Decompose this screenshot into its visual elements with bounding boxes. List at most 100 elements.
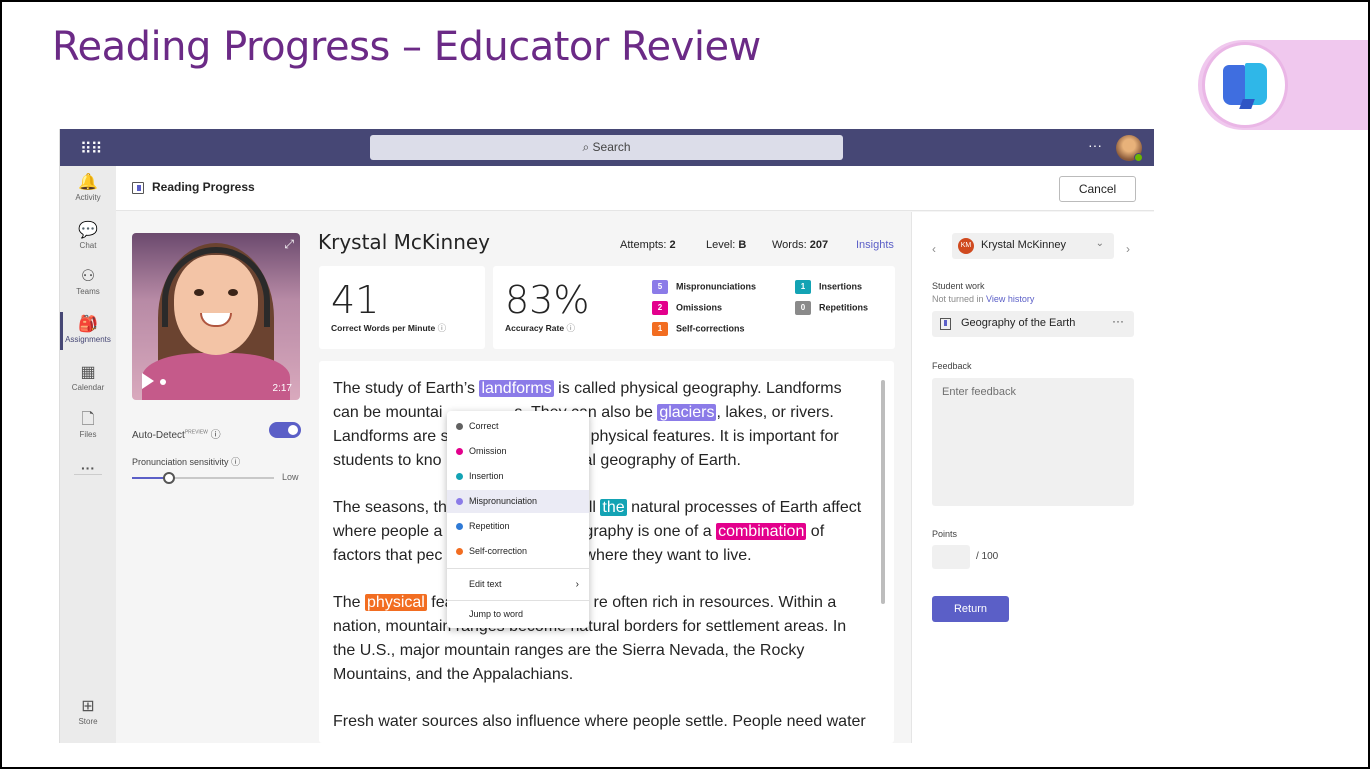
previous-student-icon[interactable]: ‹ [932,242,936,256]
correct-dot-icon [456,423,463,430]
more-options-icon[interactable]: ··· [1112,314,1124,328]
word-insertion[interactable]: the [600,499,627,516]
student-avatar: KM [958,238,974,254]
status-badge [1134,153,1143,162]
feedback-field[interactable]: Enter feedback [932,378,1134,506]
attempts-value: 2 [669,239,676,251]
view-history-link[interactable]: View history [986,294,1034,304]
next-student-icon[interactable]: › [1126,242,1130,256]
insertion-dot-icon [456,473,463,480]
rail-item-assignments[interactable]: 🎒 Assignments [60,312,116,350]
info-icon: ⓘ [231,457,241,467]
menu-divider [447,568,589,569]
count-badge: 1 [795,280,811,294]
text-span: ll [588,499,601,516]
legend-label: Self-corrections [676,323,745,334]
rail-item-activity[interactable]: 🔔 Activity [60,174,116,202]
points-label: Points [932,529,958,539]
word-mispronunciation[interactable]: glaciers [657,404,717,421]
menu-item-correct[interactable]: Correct [447,415,589,438]
sensitivity-level: Low [282,472,299,482]
rail-label: Chat [79,241,97,250]
app-launcher-icon[interactable]: ⠿⠿ [80,139,102,159]
mispronunciation-check-icon [456,498,463,505]
menu-label: Omission [469,446,507,456]
info-icon: ⓘ [566,323,575,333]
word-self-correction[interactable]: physical [365,594,427,611]
rail-item-calendar[interactable]: ▦ Calendar [60,364,116,392]
feedback-label: Feedback [932,361,972,371]
search-input[interactable]: ⌕ Search [370,135,843,160]
student-selector[interactable]: KM Krystal McKinney ⌄ [952,233,1114,259]
profile-avatar[interactable] [1116,135,1143,162]
chat-icon: 💬 [78,222,98,239]
text-span: natural processes of Earth affect [626,499,862,516]
student-work-label: Student work [932,281,985,291]
legend-label: Insertions [819,281,863,292]
store-icon: ⊞ [81,698,95,715]
play-icon[interactable] [142,373,154,389]
top-bar: ⠿⠿ ⌕ Search ··· [60,129,1154,166]
student-name: Krystal McKinney [318,230,491,254]
rail-label: Assignments [65,335,111,344]
expand-icon[interactable]: ⤢ [284,237,294,252]
menu-item-repetition[interactable]: Repetition [447,515,589,538]
count-badge: 1 [652,322,668,336]
text-span: where people a [333,523,443,540]
sensitivity-slider-thumb[interactable] [163,472,175,484]
legend-label: Repetitions [819,302,869,313]
more-apps-button[interactable]: ··· [60,460,116,476]
menu-item-insertion[interactable]: Insertion [447,465,589,488]
rail-item-teams[interactable]: ⚇ Teams [60,268,116,296]
word-omission[interactable]: combination [716,523,807,540]
rail-label: Calendar [71,383,105,392]
menu-item-jump-to-word[interactable]: Jump to word [447,603,589,626]
student-work-item[interactable]: Geography of the Earth ··· [932,311,1134,337]
rail-label: Store [78,717,98,726]
text-span: can be mountai [333,404,443,421]
calendar-icon: ▦ [80,364,96,381]
rail-item-chat[interactable]: 💬 Chat [60,222,116,250]
accuracy-label-text: Accuracy Rate [505,323,565,333]
menu-item-omission[interactable]: Omission [447,440,589,463]
level-value: B [738,239,747,251]
count-badge: 0 [795,301,811,315]
points-input[interactable] [932,545,970,569]
menu-label: Edit text [469,579,502,589]
count-badge: 5 [652,280,668,294]
more-options-button[interactable]: ··· [1088,137,1102,153]
menu-item-mispronunciation[interactable]: Mispronunciation [447,490,589,513]
return-button[interactable]: Return [932,596,1009,622]
teams-icon: ⚇ [80,268,96,285]
student-video[interactable]: ⤢ 2:17 [132,233,300,400]
level: Level: B [706,239,746,251]
preview-badge: PREVIEW [184,429,208,436]
reading-progress-icon [940,318,951,330]
slide: Reading Progress – Educator Review ⠿⠿ ⌕ … [0,0,1370,769]
rail-item-store[interactable]: ⊞ Store [60,698,116,726]
text-span: Landforms are s [333,428,449,445]
accuracy-card: 83% Accuracy Rate ⓘ 5 Mispronunciations 2… [493,266,895,349]
menu-item-self-correction[interactable]: Self-correction [447,540,589,563]
auto-detect-label: Auto-DetectPREVIEW ⓘ [132,426,221,441]
text-span: factors that pec [333,547,443,564]
page-title: Reading Progress [152,180,255,194]
legend-repetitions: 0 Repetitions [795,301,868,315]
text-span: is called physical geography. Landforms [553,380,842,397]
cancel-button[interactable]: Cancel [1059,176,1136,202]
passage-line: The study of Earth’s landforms is called… [333,377,842,401]
passage-scrollbar[interactable] [881,380,885,604]
menu-label: Insertion [469,471,504,481]
auto-detect-toggle[interactable] [269,422,301,438]
menu-label: Jump to word [469,609,524,619]
menu-item-edit-text[interactable]: Edit text › [447,573,589,596]
legend-omissions: 2 Omissions [652,301,722,315]
text-span: , lakes, or rivers. [716,404,834,421]
rail-item-files[interactable]: 🗋 Files [60,411,116,439]
word-mispronunciation[interactable]: landforms [479,380,554,397]
insights-link[interactable]: Insights [856,239,894,251]
scrubber-handle[interactable] [160,379,166,385]
pronunciation-sensitivity-label: Pronunciation sensitivity ⓘ [132,455,240,468]
slide-title: Reading Progress – Educator Review [52,24,761,70]
legend-label: Omissions [676,302,723,313]
